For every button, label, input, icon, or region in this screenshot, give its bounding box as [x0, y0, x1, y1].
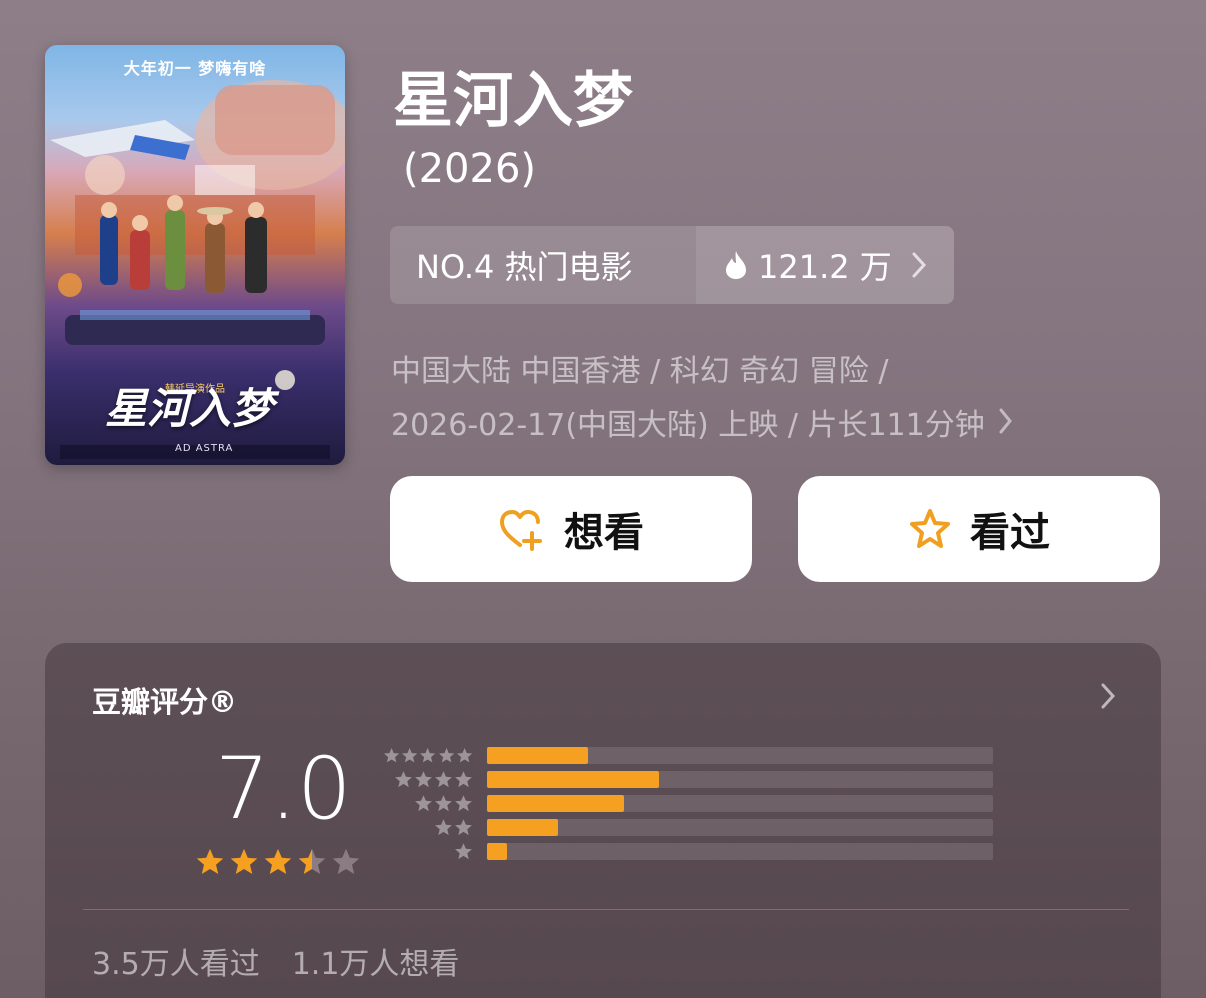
chevron-right-icon — [1101, 683, 1116, 709]
distribution-row — [383, 815, 1011, 839]
distribution-stars — [383, 842, 487, 861]
chevron-right-icon — [999, 408, 1013, 434]
rating-star-icon — [298, 848, 326, 874]
rating-title: 豆瓣评分® — [92, 685, 238, 719]
rating-card[interactable]: 豆瓣评分® 7.0 3.5万人看过 1.1万人想看 — [45, 643, 1161, 998]
chevron-right-icon — [912, 252, 926, 278]
rating-distribution — [383, 743, 1011, 863]
small-star-icon — [402, 747, 418, 762]
small-star-icon — [383, 747, 400, 762]
movie-year: (2026) — [403, 146, 537, 192]
heat-indicator[interactable]: 121.2 万 — [696, 226, 954, 304]
meta-regions-genres: 中国大陆 中国香港 / 科幻 奇幻 冒险 / — [391, 354, 889, 389]
small-star-icon — [415, 770, 432, 787]
meta-release-runtime[interactable]: 2026-02-17(中国大陆) 上映 / 片长111分钟 — [391, 400, 1014, 444]
distribution-bar — [487, 746, 589, 764]
distribution-row — [383, 839, 1011, 863]
small-star-icon — [435, 794, 452, 811]
distribution-track — [487, 842, 993, 860]
small-star-icon — [456, 747, 472, 762]
distribution-row — [383, 743, 1011, 767]
poster-tagline: 大年初一 梦嗨有啥 — [123, 59, 267, 78]
small-star-icon — [455, 842, 472, 859]
distribution-bar — [487, 770, 660, 788]
rating-star-icon — [332, 848, 360, 874]
watched-button[interactable]: 看过 — [798, 476, 1160, 582]
rating-star-icon — [264, 848, 292, 874]
rank-label[interactable]: NO.4 热门电影 — [390, 226, 696, 304]
distribution-row — [383, 791, 1011, 815]
rating-counts: 3.5万人看过 1.1万人想看 — [92, 939, 459, 983]
poster-title: 星河入梦 — [105, 384, 274, 433]
star-outline-icon — [910, 509, 950, 548]
rating-score: 7.0 — [215, 739, 352, 839]
seen-label: 看过 — [970, 510, 1050, 556]
distribution-bar — [487, 794, 624, 812]
rating-star-icon — [196, 848, 224, 874]
movie-poster[interactable]: 大年初一 梦嗨有啥 韩延导演作品 星河入梦 AD ASTRA — [45, 45, 345, 465]
distribution-track — [487, 818, 993, 836]
heart-plus-icon — [500, 510, 542, 551]
small-star-icon — [455, 794, 472, 811]
small-star-icon — [435, 770, 452, 787]
rating-stars — [195, 847, 361, 877]
distribution-row — [383, 767, 1011, 791]
distribution-stars — [383, 818, 487, 837]
distribution-track — [487, 746, 993, 764]
distribution-track — [487, 770, 993, 788]
rank-chip[interactable]: NO.4 热门电影 121.2 万 — [390, 226, 954, 304]
distribution-stars — [383, 746, 487, 765]
want-label: 想看 — [564, 510, 644, 556]
want-count: 1.1万人想看 — [291, 947, 460, 982]
rating-star-icon — [230, 848, 258, 874]
small-star-icon — [435, 818, 452, 835]
small-star-icon — [438, 747, 454, 762]
distribution-bar — [487, 818, 558, 836]
want-to-watch-button[interactable]: 想看 — [390, 476, 752, 582]
distribution-track — [487, 794, 993, 812]
small-star-icon — [415, 794, 432, 811]
flame-icon — [726, 251, 746, 279]
meta-release-text: 2026-02-17(中国大陆) 上映 / 片长111分钟 — [391, 408, 985, 443]
distribution-bar — [487, 842, 508, 860]
distribution-stars — [383, 794, 487, 813]
seen-count: 3.5万人看过 — [92, 947, 260, 982]
distribution-stars — [383, 770, 487, 789]
divider — [83, 909, 1129, 910]
movie-title: 星河入梦 — [393, 66, 633, 136]
heat-value: 121.2 万 — [758, 248, 892, 286]
small-star-icon — [455, 818, 472, 835]
small-star-icon — [420, 747, 436, 762]
small-star-icon — [455, 770, 472, 787]
small-star-icon — [395, 770, 412, 787]
poster-english-title: AD ASTRA — [175, 443, 234, 454]
